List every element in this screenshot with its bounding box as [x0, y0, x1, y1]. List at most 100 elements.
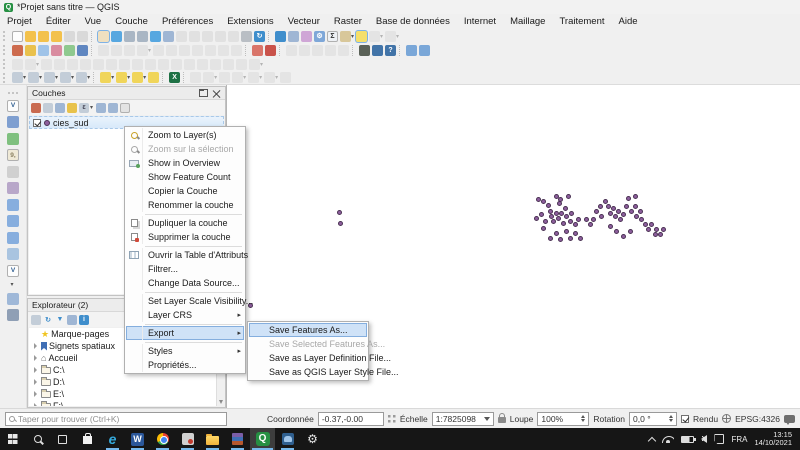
menu-item-renommer-la-couche[interactable]: Renommer la couche	[126, 198, 244, 212]
processing-options-icon[interactable]	[280, 72, 291, 83]
options-icon[interactable]: ⚙	[314, 31, 325, 42]
collapse-all-icon[interactable]	[108, 103, 118, 113]
layer-visibility-checkbox[interactable]	[33, 119, 41, 127]
open-attribute-table-filtered-dropdown-icon[interactable]: ▾	[127, 74, 130, 81]
map-tips-icon[interactable]	[356, 31, 367, 42]
new-annotation-icon[interactable]	[369, 31, 380, 42]
new-shapefile-layer-icon[interactable]	[38, 45, 49, 56]
new-project-icon[interactable]	[12, 31, 23, 42]
ellipse-center-2-points-icon[interactable]	[119, 59, 130, 70]
add-vector-layer-icon[interactable]	[25, 45, 36, 56]
export-to-spreadsheet-icon[interactable]: X	[169, 72, 180, 83]
edit-in-place-icon[interactable]	[232, 72, 243, 83]
rectangle-3-points-icon[interactable]	[197, 59, 208, 70]
select-features-dropdown-icon[interactable]: ▾	[23, 74, 26, 81]
battery-icon[interactable]	[681, 436, 694, 443]
pan-map-icon[interactable]	[98, 31, 109, 42]
vertex-tool-icon[interactable]	[137, 45, 148, 56]
taskbar-chrome-icon[interactable]	[150, 428, 175, 450]
taskbar-clock[interactable]: 13:15 14/10/2021	[754, 431, 792, 448]
select-all-dropdown-icon[interactable]: ▾	[87, 74, 90, 81]
menu-item-set-layer-scale-visibility[interactable]: Set Layer Scale Visibility...	[126, 294, 244, 308]
deselect-all-icon[interactable]	[60, 72, 71, 83]
statistics-summary-icon[interactable]: Σ	[327, 31, 338, 42]
select-by-polygon-dropdown-icon[interactable]: ▾	[39, 74, 42, 81]
browser-item-f[interactable]: F:\	[29, 400, 224, 406]
taskbar-start-icon[interactable]	[0, 428, 25, 450]
menu-couche[interactable]: Couche	[108, 14, 155, 29]
highlight-labels-icon[interactable]	[325, 45, 336, 56]
model-designer-icon[interactable]	[203, 72, 214, 83]
menu-traitement[interactable]: Traitement	[552, 14, 611, 29]
add-spatialite-layer-icon[interactable]	[7, 199, 19, 211]
add-selected-layers-icon[interactable]	[31, 315, 41, 325]
filter-browser-icon[interactable]: ▼	[55, 315, 65, 325]
expand-chevron-icon[interactable]	[31, 379, 39, 385]
float-panel-icon[interactable]	[199, 89, 208, 97]
regular-polygon-2-points-icon[interactable]	[210, 59, 221, 70]
extent-toggle-icon[interactable]	[388, 415, 396, 423]
menu-extensions[interactable]: Extensions	[220, 14, 280, 29]
crs-status-icon[interactable]	[722, 414, 731, 423]
text-annotation-icon[interactable]	[385, 31, 396, 42]
temporal-controller-icon[interactable]	[241, 31, 252, 42]
new-print-layout-icon[interactable]	[64, 31, 75, 42]
stream-digitizing-icon[interactable]	[25, 59, 36, 70]
locator-search-input[interactable]: Taper pour trouver (Ctrl+K)	[5, 412, 227, 426]
expand-chevron-icon[interactable]	[31, 391, 39, 397]
taskbar-winrar-icon[interactable]	[225, 428, 250, 450]
expand-chevron-icon[interactable]	[31, 355, 39, 361]
new-geopackage-layer-icon[interactable]	[64, 45, 75, 56]
menu-preferences[interactable]: Préférences	[155, 14, 220, 29]
ellipse-extent-icon[interactable]	[145, 59, 156, 70]
menu-item-styles[interactable]: Styles▸	[126, 344, 244, 358]
field-calculator-icon[interactable]	[301, 31, 312, 42]
menu-item-layer-crs[interactable]: Layer CRS▸	[126, 308, 244, 322]
batch-processing-dropdown-icon[interactable]: ▾	[259, 74, 262, 81]
circle-by-tangents-icon[interactable]	[93, 59, 104, 70]
browser-properties-icon[interactable]: i	[79, 315, 89, 325]
messages-icon[interactable]	[784, 415, 795, 423]
menu-item-ouvrir-la-table-dattributs[interactable]: Ouvrir la Table d'Attributs	[126, 248, 244, 262]
menu-item-dupliquer-la-couche[interactable]: Dupliquer la couche	[126, 216, 244, 230]
pan-to-selection-icon[interactable]	[111, 31, 122, 42]
save-project-as-icon[interactable]	[51, 31, 62, 42]
processing-history-icon[interactable]	[219, 72, 230, 83]
browser-item-e[interactable]: E:\	[29, 388, 224, 400]
cut-features-icon[interactable]	[179, 45, 190, 56]
filter-by-expression-dropdown-icon[interactable]: ▾	[90, 104, 93, 111]
language-indicator[interactable]: FRA	[731, 435, 747, 444]
shape-tools-extra-icon[interactable]	[249, 59, 260, 70]
delete-selected-features-dropdown-icon[interactable]: ▾	[143, 74, 146, 81]
add-mesh-layer-icon[interactable]	[7, 133, 19, 145]
volume-muted-icon[interactable]	[701, 435, 707, 443]
toolbar-handle[interactable]	[3, 45, 8, 55]
grass-tools-icon[interactable]	[359, 45, 370, 56]
add-arcgis-rest-layer-icon[interactable]	[7, 309, 19, 321]
toggle-editing-icon[interactable]	[98, 45, 109, 56]
rotation-spinbox[interactable]: 0,0 °	[629, 412, 677, 426]
python-console-icon[interactable]	[372, 45, 383, 56]
network-icon[interactable]	[662, 436, 674, 443]
magnifier-spinbox[interactable]: 100%	[537, 412, 589, 426]
circle-center-radius-icon[interactable]	[106, 59, 117, 70]
measure-line-icon[interactable]	[340, 31, 351, 42]
scroll-down-icon[interactable]	[219, 400, 223, 404]
move-label-icon[interactable]	[419, 45, 430, 56]
toolbar-handle[interactable]	[3, 73, 8, 83]
zoom-full-icon[interactable]	[150, 31, 161, 42]
select-by-form-icon[interactable]	[100, 72, 111, 83]
ellipse-center-point-icon[interactable]	[132, 59, 143, 70]
menu-item-show-in-overview[interactable]: Show in Overview	[126, 156, 244, 170]
add-postgis-layer-icon[interactable]	[7, 215, 19, 227]
quickmap-services-icon[interactable]	[265, 45, 276, 56]
move-label-diagram-icon[interactable]	[338, 45, 349, 56]
select-all-icon[interactable]	[76, 72, 87, 83]
circle-2-points-icon[interactable]	[67, 59, 78, 70]
delete-selected-icon[interactable]	[166, 45, 177, 56]
zoom-to-selection-icon[interactable]	[176, 31, 187, 42]
new-spatialite-layer-icon[interactable]	[51, 45, 62, 56]
render-checkbox[interactable]	[681, 415, 689, 423]
collapse-browser-icon[interactable]	[67, 315, 77, 325]
select-by-expression-icon[interactable]	[44, 72, 55, 83]
